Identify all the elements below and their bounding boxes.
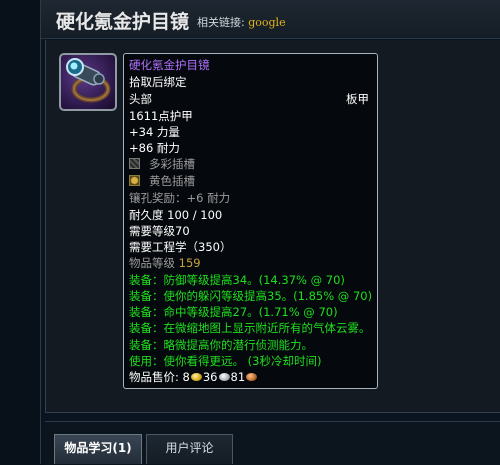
sell-copper-amount: 81 [230,370,246,384]
item-tooltip: 硬化氪金护目镜 拾取后绑定 头部 板甲 1611点护甲 +34 力量 +86 耐… [123,53,378,389]
equip-slot: 头部 [129,92,152,106]
armor-type: 板甲 [346,92,369,106]
socket-prismatic-label: 多彩插槽 [149,157,195,171]
prismatic-socket-icon [129,158,140,169]
strength-stat: +34 力量 [129,125,180,139]
related-links-label: 相关链接: [197,16,245,29]
equip-line: 装备：防御等级提高34。(14.37% @ 70) [129,273,345,287]
tab-user-comments[interactable]: 用户评论 [146,434,233,464]
equip-line: 装备：略微提高你的潜行侦测能力。 [129,338,313,352]
related-links: 相关链接: google [197,14,286,30]
google-link[interactable]: google [248,16,285,29]
equip-line: 装备：在微缩地图上显示附近所有的气体云雾。 [129,321,371,335]
stamina-stat: +86 耐力 [129,141,180,155]
copper-coin-icon [246,373,258,381]
required-skill: 需要工程学（350） [129,240,232,254]
silver-coin-icon [218,373,230,381]
equip-line: 装备：使你的躲闪等级提高35。(1.85% @ 70) [129,289,373,303]
item-level-label: 物品等级 [129,256,175,270]
sell-price-label: 物品售价: [129,370,183,384]
durability: 耐久度 100 / 100 [129,208,223,222]
equip-line: 装备：命中等级提高27。(1.71% @ 70) [129,305,338,319]
item-name: 硬化氪金护目镜 [129,58,210,72]
goggles-icon[interactable] [59,53,117,111]
tab-item-learning[interactable]: 物品学习(1) [54,434,142,464]
item-level-value: 159 [178,256,201,270]
required-level: 需要等级70 [129,224,190,238]
armor-value: 1611点护甲 [129,109,193,123]
sell-silver-amount: 36 [202,370,218,384]
yellow-socket-icon [129,175,140,186]
bind-type: 拾取后绑定 [129,75,187,89]
socket-prismatic-row: 多彩插槽 [129,156,195,172]
item-level-row: 物品等级 159 [129,255,201,271]
sell-gold-amount: 8 [182,370,190,384]
use-effect: 使用：使你看得更远。 (3秒冷却时间) [129,354,322,368]
gold-coin-icon [190,373,202,381]
sell-price: 物品售价: 8 36 81 [129,369,258,385]
socket-yellow-label: 黄色插槽 [149,174,195,188]
page-title: 硬化氪金护目镜 [56,11,190,33]
socket-bonus: 镶孔奖励：+6 耐力 [129,191,231,205]
socket-yellow-row: 黄色插槽 [129,173,195,189]
